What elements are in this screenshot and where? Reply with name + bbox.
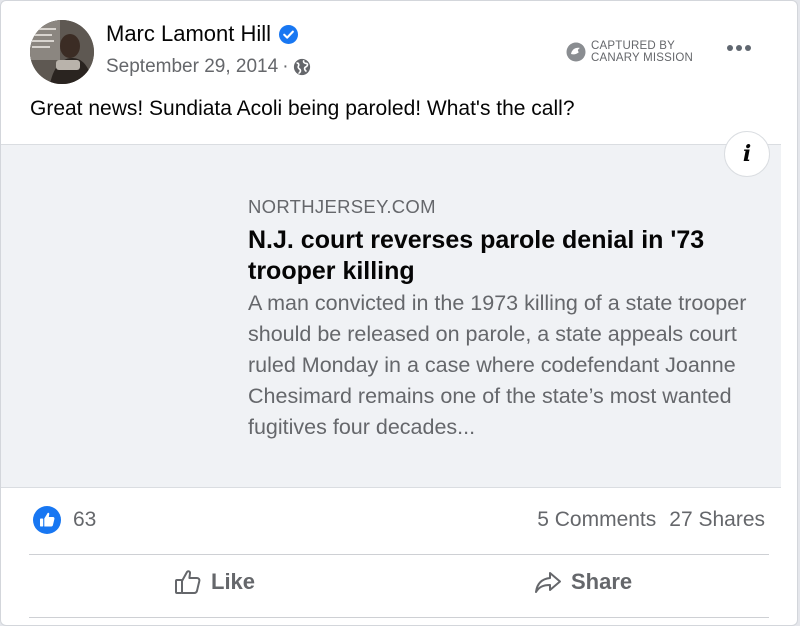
canary-mission-text: CAPTURED BY CANARY MISSION — [591, 40, 693, 64]
canary-mission-watermark: CAPTURED BY CANARY MISSION — [566, 40, 693, 64]
reactions-summary[interactable]: 63 — [33, 506, 96, 534]
post-meta: September 29, 2014 · — [106, 56, 311, 78]
verified-badge-icon — [279, 24, 299, 44]
dot-icon — [745, 45, 751, 51]
link-preview-card[interactable]: NORTHJERSEY.COM N.J. court reverses paro… — [1, 144, 781, 488]
dot-icon — [736, 45, 742, 51]
dot-icon — [727, 45, 733, 51]
like-label: Like — [211, 569, 256, 594]
actions-divider-bottom — [29, 617, 769, 618]
share-label: Share — [571, 569, 633, 594]
link-title[interactable]: N.J. court reverses parole denial in '73… — [248, 225, 748, 287]
globe-icon[interactable] — [293, 58, 311, 76]
link-description: A man convicted in the 1973 killing of a… — [248, 291, 747, 439]
comments-count[interactable]: 5 Comments — [537, 508, 656, 532]
author-name[interactable]: Marc Lamont Hill — [106, 21, 271, 47]
link-domain: NORTHJERSEY.COM — [248, 196, 436, 217]
like-reaction-icon — [33, 506, 61, 534]
actions-divider-top — [29, 554, 769, 555]
like-button[interactable]: Like — [173, 567, 255, 597]
watermark-line-2: CANARY MISSION — [591, 52, 694, 64]
canary-mission-logo — [566, 42, 586, 62]
author-avatar[interactable] — [30, 20, 94, 84]
post-text: Great news! Sundiata Acoli being paroled… — [30, 97, 575, 120]
post-date[interactable]: September 29, 2014 — [106, 56, 278, 78]
meta-separator: · — [282, 56, 289, 77]
thumbs-up-icon — [173, 567, 203, 597]
info-icon[interactable]: i — [724, 131, 770, 177]
share-button[interactable]: Share — [533, 567, 632, 597]
author-line: Marc Lamont Hill — [106, 21, 299, 47]
more-options-icon[interactable] — [723, 37, 755, 59]
facebook-post: Marc Lamont Hill September 29, 2014 · CA… — [0, 0, 798, 626]
post-stats: 5 Comments 27 Shares — [537, 508, 765, 532]
shares-count[interactable]: 27 Shares — [669, 508, 765, 532]
watermark-line-1: CAPTURED BY — [591, 40, 675, 52]
share-arrow-icon — [533, 567, 563, 597]
reaction-count[interactable]: 63 — [73, 508, 96, 532]
